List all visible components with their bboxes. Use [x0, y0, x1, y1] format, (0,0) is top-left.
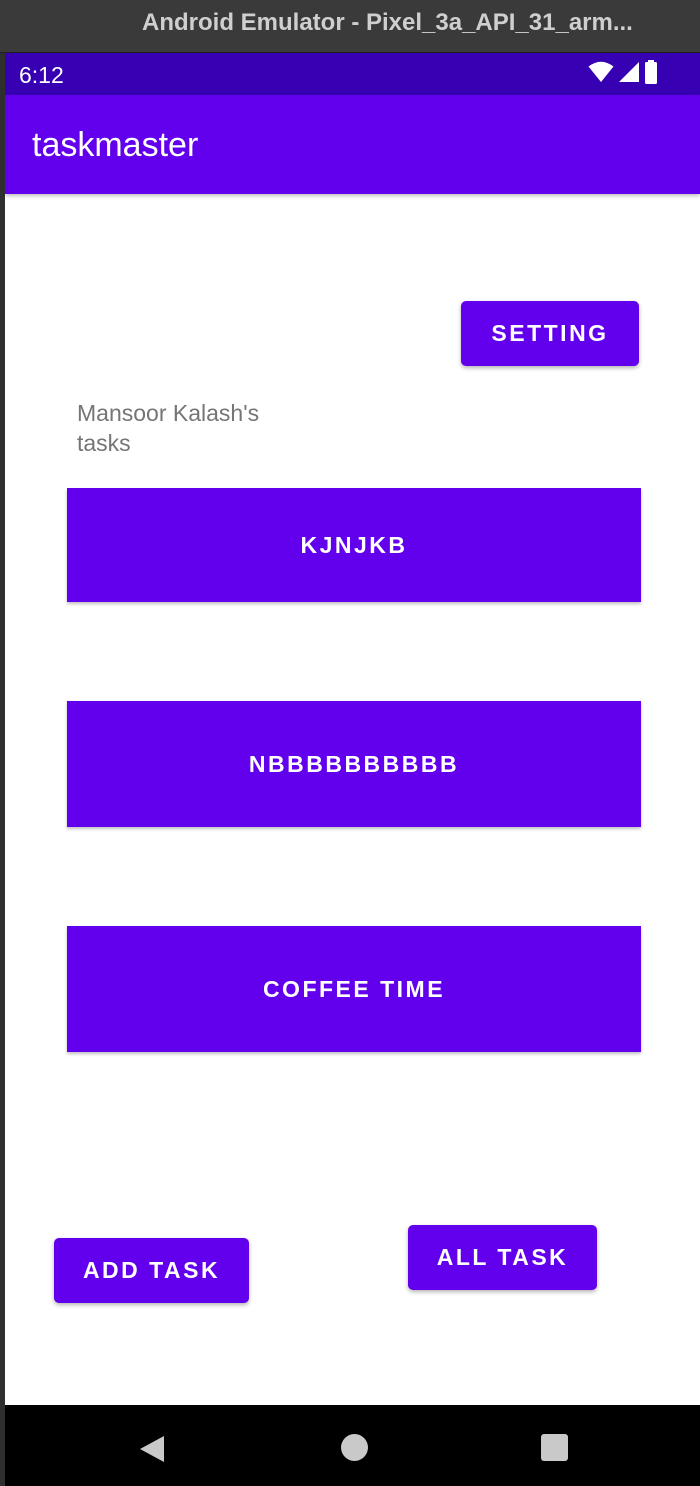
navigation-bar — [5, 1405, 700, 1486]
status-icons — [588, 59, 658, 89]
app-bar: taskmaster — [5, 95, 700, 194]
recents-icon[interactable] — [541, 1434, 568, 1461]
app-title: taskmaster — [32, 126, 199, 164]
home-icon[interactable] — [341, 1434, 368, 1461]
wifi-icon — [588, 61, 614, 88]
task-button-3[interactable]: COFFEE TIME — [67, 926, 641, 1052]
emulator-title-bar: Android Emulator - Pixel_3a_API_31_arm..… — [0, 0, 700, 53]
device-screen: 6:12 taskmaster SETTING Mansoor Kalash's… — [5, 53, 700, 1486]
add-task-button[interactable]: ADD TASK — [54, 1238, 249, 1303]
setting-button[interactable]: SETTING — [461, 301, 639, 366]
task-button-2[interactable]: NBBBBBBBBBB — [67, 701, 641, 827]
status-time: 6:12 — [19, 62, 64, 88]
battery-icon — [644, 59, 658, 89]
emulator-title: Android Emulator - Pixel_3a_API_31_arm..… — [142, 9, 633, 36]
cellular-signal-icon — [618, 61, 640, 88]
all-task-button[interactable]: ALL TASK — [408, 1225, 597, 1290]
task-button-1[interactable]: KJNJKB — [67, 488, 641, 602]
status-bar: 6:12 — [5, 53, 700, 95]
user-tasks-heading: Mansoor Kalash's tasks — [77, 400, 260, 456]
back-icon[interactable] — [138, 1434, 166, 1469]
emulator-window: Android Emulator - Pixel_3a_API_31_arm..… — [0, 0, 700, 1486]
